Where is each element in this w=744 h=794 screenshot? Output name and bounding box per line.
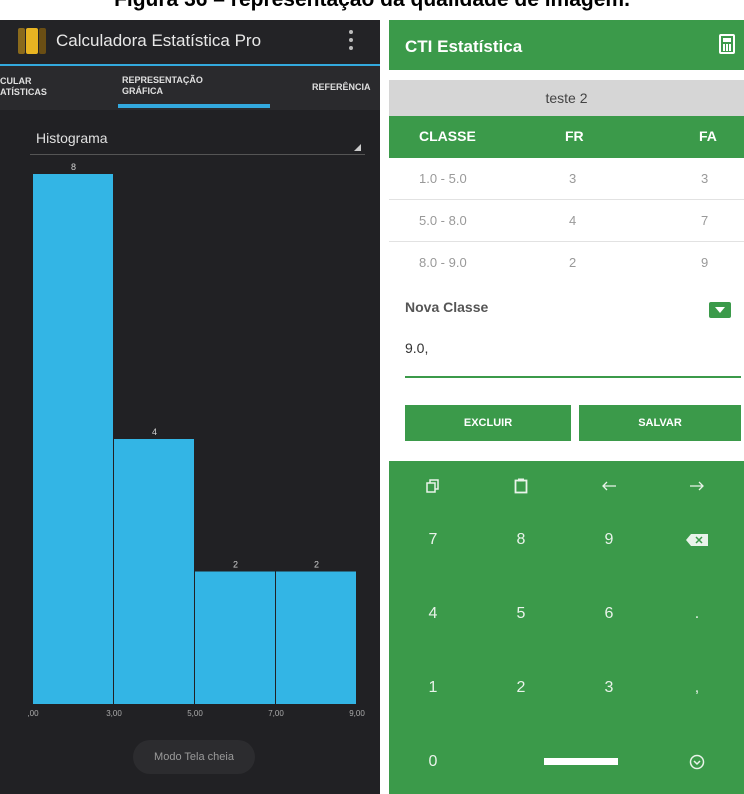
dataset-name: teste 2 [389, 80, 744, 116]
custom-keypad: 7 8 9 4 5 6 . 1 2 3 , 0 [389, 461, 744, 794]
cell-classe: 5.0 - 8.0 [419, 213, 467, 228]
right-app-bar: CTI Estatística [389, 20, 744, 70]
overflow-menu-icon[interactable] [348, 30, 354, 54]
cell-fa: 3 [701, 171, 709, 186]
backspace-icon[interactable] [653, 515, 741, 565]
delete-button[interactable]: EXCLUIR [405, 405, 571, 441]
key-3[interactable]: 3 [565, 663, 653, 713]
histogram-bar [33, 174, 113, 704]
cell-fr: 2 [569, 255, 577, 270]
x-tick-label: 3,00 [106, 709, 122, 718]
tab-representacao-grafica[interactable]: REPRESENTAÇÃO GRÁFICA [122, 75, 203, 97]
cell-fr: 4 [569, 213, 577, 228]
tab-calcular-estatisticas[interactable]: CULAR ATÍSTICAS [0, 76, 47, 98]
histogram-chart: 8 4 2 2 ,00 3,00 5,00 7,00 9,00 [27, 162, 365, 718]
key-1[interactable]: 1 [389, 663, 477, 713]
copy-icon[interactable] [389, 461, 477, 511]
histogram-bar [276, 571, 356, 704]
cell-fa: 7 [701, 213, 709, 228]
bar-value-label: 8 [71, 162, 76, 172]
new-class-dropdown-icon[interactable] [709, 302, 731, 318]
bar-value-label: 4 [152, 427, 157, 437]
table-row[interactable]: 5.0 - 8.0 4 7 [389, 200, 744, 242]
key-comma[interactable]: , [653, 663, 741, 713]
right-app-title: CTI Estatística [405, 37, 523, 56]
chart-type-label: Histograma [36, 130, 108, 146]
right-app-screen: CTI Estatística teste 2 CLASSE FR FA 1.0… [389, 20, 744, 794]
new-class-input[interactable]: 9.0, [405, 340, 741, 378]
figure-caption: Figura 36 – representação da qualidade d… [0, 0, 744, 18]
left-app-bar: Calculadora Estatística Pro [0, 20, 380, 66]
table-row[interactable]: 1.0 - 5.0 3 3 [389, 158, 744, 200]
left-app-screen: Calculadora Estatística Pro CULAR ATÍSTI… [0, 20, 380, 794]
key-6[interactable]: 6 [565, 589, 653, 639]
calculator-icon[interactable] [719, 34, 735, 54]
app-logo-icon [18, 28, 48, 54]
tab-indicator [118, 104, 270, 108]
bar-value-label: 2 [233, 560, 238, 570]
key-9[interactable]: 9 [565, 515, 653, 565]
tab-referencia[interactable]: REFERÊNCIA [312, 82, 371, 93]
cell-fr: 3 [569, 171, 577, 186]
col-classe: CLASSE [419, 128, 476, 144]
arrow-left-icon[interactable] [565, 461, 653, 511]
histogram-bar [195, 571, 275, 704]
histogram-bar [114, 439, 194, 704]
key-4[interactable]: 4 [389, 589, 477, 639]
cell-classe: 1.0 - 5.0 [419, 171, 467, 186]
key-0[interactable]: 0 [389, 737, 477, 787]
x-tick-label: 7,00 [268, 709, 284, 718]
key-8[interactable]: 8 [477, 515, 565, 565]
left-tab-bar: CULAR ATÍSTICAS REPRESENTAÇÃO GRÁFICA RE… [0, 66, 380, 110]
x-tick-label: 9,00 [349, 709, 365, 718]
key-7[interactable]: 7 [389, 515, 477, 565]
new-class-label: Nova Classe [405, 299, 489, 315]
fullscreen-button[interactable]: Modo Tela cheia [133, 740, 255, 774]
check-circle-icon[interactable] [653, 737, 741, 787]
cell-fa: 9 [701, 255, 709, 270]
key-2[interactable]: 2 [477, 663, 565, 713]
arrow-right-icon[interactable] [653, 461, 741, 511]
save-button[interactable]: SALVAR [579, 405, 741, 441]
x-tick-label: 5,00 [187, 709, 203, 718]
key-5[interactable]: 5 [477, 589, 565, 639]
key-dot[interactable]: . [653, 589, 741, 639]
x-tick-label: ,00 [27, 709, 39, 718]
col-fa: FA [699, 128, 717, 144]
cell-classe: 8.0 - 9.0 [419, 255, 467, 270]
bar-value-label: 2 [314, 560, 319, 570]
table-row[interactable]: 8.0 - 9.0 2 9 [389, 242, 744, 283]
paste-icon[interactable] [477, 461, 565, 511]
space-bar-icon[interactable] [521, 737, 641, 787]
col-fr: FR [565, 128, 584, 144]
left-app-title: Calculadora Estatística Pro [56, 31, 262, 50]
table-header: CLASSE FR FA [389, 116, 744, 158]
